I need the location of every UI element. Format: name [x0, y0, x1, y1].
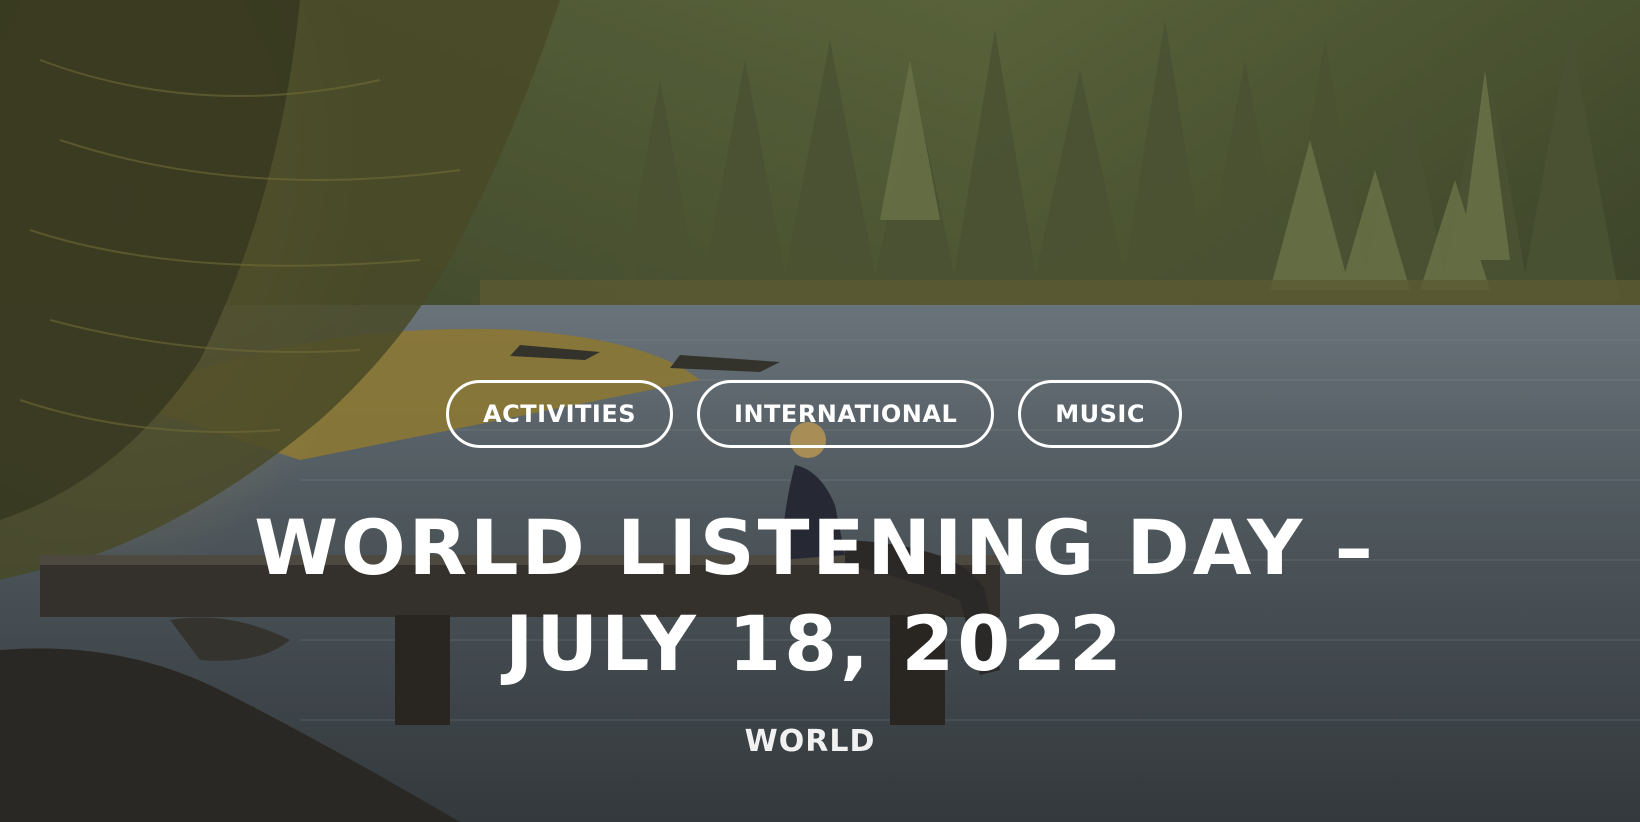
page-title: WORLD LISTENING DAY – JULY 18, 2022: [254, 503, 1376, 688]
tag-list: ACTIVITIES INTERNATIONAL MUSIC: [0, 380, 1640, 448]
tag-international[interactable]: INTERNATIONAL: [697, 380, 995, 448]
category-label: WORLD: [0, 724, 1640, 759]
tag-music[interactable]: MUSIC: [1018, 380, 1182, 448]
tag-activities[interactable]: ACTIVITIES: [446, 380, 674, 448]
category-link-world[interactable]: WORLD: [745, 724, 876, 759]
hero-content: ACTIVITIES INTERNATIONAL MUSIC WORLD LIS…: [0, 0, 1640, 822]
hero-banner: ACTIVITIES INTERNATIONAL MUSIC WORLD LIS…: [0, 0, 1640, 822]
